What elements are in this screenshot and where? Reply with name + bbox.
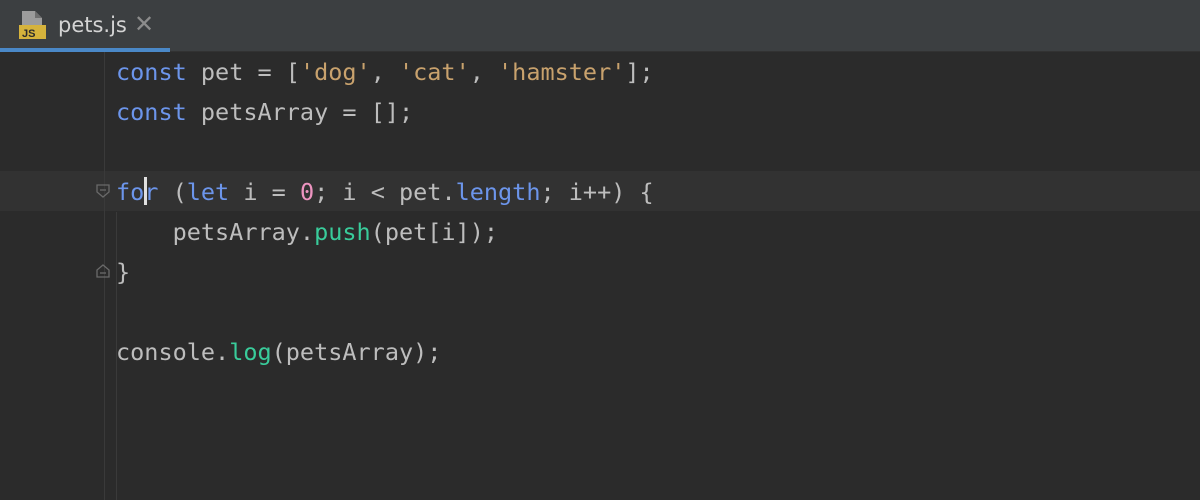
- closing-brace: }: [116, 258, 131, 286]
- string-literal: 'cat': [398, 58, 470, 86]
- close-icon[interactable]: ✕: [134, 10, 154, 38]
- text-caret: [144, 177, 147, 205]
- keyword: const: [116, 58, 187, 86]
- code-text: i =: [229, 178, 300, 206]
- js-badge-text: JS: [22, 28, 35, 40]
- tab-pets-js[interactable]: JS pets.js ✕: [0, 0, 170, 52]
- string-literal: 'hamster': [498, 58, 626, 86]
- keyword: const: [116, 98, 187, 126]
- code-text: ; i++) {: [540, 178, 654, 206]
- code-text: (petsArray);: [271, 338, 442, 366]
- code-line-6[interactable]: }: [116, 252, 130, 292]
- method-call: push: [314, 218, 371, 246]
- code-text: (: [158, 178, 187, 206]
- tab-label: pets.js: [58, 13, 127, 37]
- code-text: console.: [116, 338, 230, 366]
- keyword: let: [186, 178, 230, 206]
- editor-tab-bar: JS pets.js ✕: [0, 0, 1200, 52]
- fold-open-icon[interactable]: [95, 183, 111, 199]
- code-text: petsArray = [];: [186, 98, 414, 126]
- code-text: petsArray.: [116, 218, 315, 246]
- method-call: log: [229, 338, 272, 366]
- code-text: ; i < pet.: [314, 178, 456, 206]
- number-literal: 0: [299, 178, 315, 206]
- javascript-file-icon: JS: [19, 11, 46, 40]
- code-text: ,: [370, 58, 399, 86]
- code-line-5[interactable]: petsArray.push(pet[i]);: [116, 212, 498, 252]
- code-text: ,: [469, 58, 499, 86]
- code-line-8[interactable]: console.log(petsArray);: [116, 332, 441, 372]
- code-text: (pet[i]);: [370, 218, 499, 246]
- code-line-4[interactable]: for (let i = 0; i < pet.length; i++) {: [116, 172, 654, 212]
- string-literal: 'dog': [299, 58, 371, 86]
- code-line-1[interactable]: const pet = ['dog', 'cat', 'hamster'];: [116, 52, 654, 92]
- code-text: ];: [625, 58, 654, 86]
- fold-close-icon[interactable]: [95, 263, 111, 279]
- keyword: for: [116, 178, 159, 206]
- property: length: [455, 178, 541, 206]
- code-line-2[interactable]: const petsArray = [];: [116, 92, 413, 132]
- code-text: pet = [: [186, 58, 300, 86]
- code-editor[interactable]: const pet = ['dog', 'cat', 'hamster']; c…: [0, 52, 1200, 500]
